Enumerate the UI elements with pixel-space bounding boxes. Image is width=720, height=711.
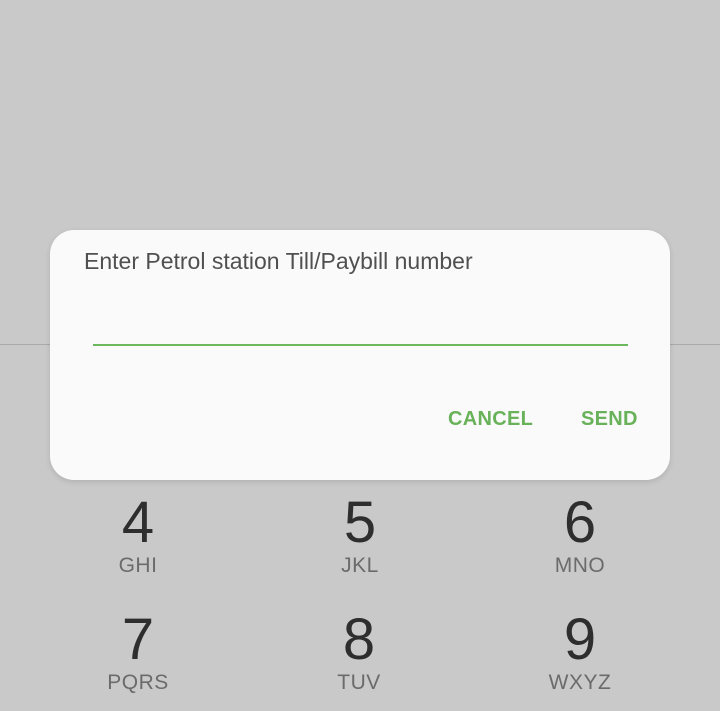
key-8[interactable]: 8 TUV [284, 611, 434, 695]
key-6[interactable]: 6 MNO [505, 494, 655, 578]
dialog-title: Enter Petrol station Till/Paybill number [84, 248, 473, 274]
key-letters: GHI [118, 554, 158, 577]
key-letters: JKL [341, 554, 379, 577]
key-digit: 6 [563, 490, 597, 555]
key-digit: 5 [343, 490, 377, 555]
key-digit: 8 [342, 607, 376, 672]
key-digit: 9 [563, 607, 597, 672]
key-5[interactable]: 5 JKL [285, 494, 435, 578]
key-letters: TUV [337, 671, 381, 694]
key-letters: MNO [554, 554, 606, 577]
cancel-button[interactable]: CANCEL [448, 408, 533, 431]
key-letters: WXYZ [548, 671, 612, 694]
key-7[interactable]: 7 PQRS [63, 611, 213, 695]
till-number-dialog: Enter Petrol station Till/Paybill number… [50, 230, 670, 480]
screen: 4 GHI 5 JKL 6 MNO 7 PQRS 8 TUV 9 WXYZ En… [0, 0, 720, 711]
key-9[interactable]: 9 WXYZ [505, 611, 655, 695]
send-button[interactable]: SEND [581, 408, 638, 431]
till-number-input[interactable] [93, 308, 628, 346]
key-4[interactable]: 4 GHI [63, 494, 213, 578]
key-letters: PQRS [107, 671, 169, 694]
key-digit: 7 [121, 607, 155, 672]
key-digit: 4 [121, 490, 155, 555]
